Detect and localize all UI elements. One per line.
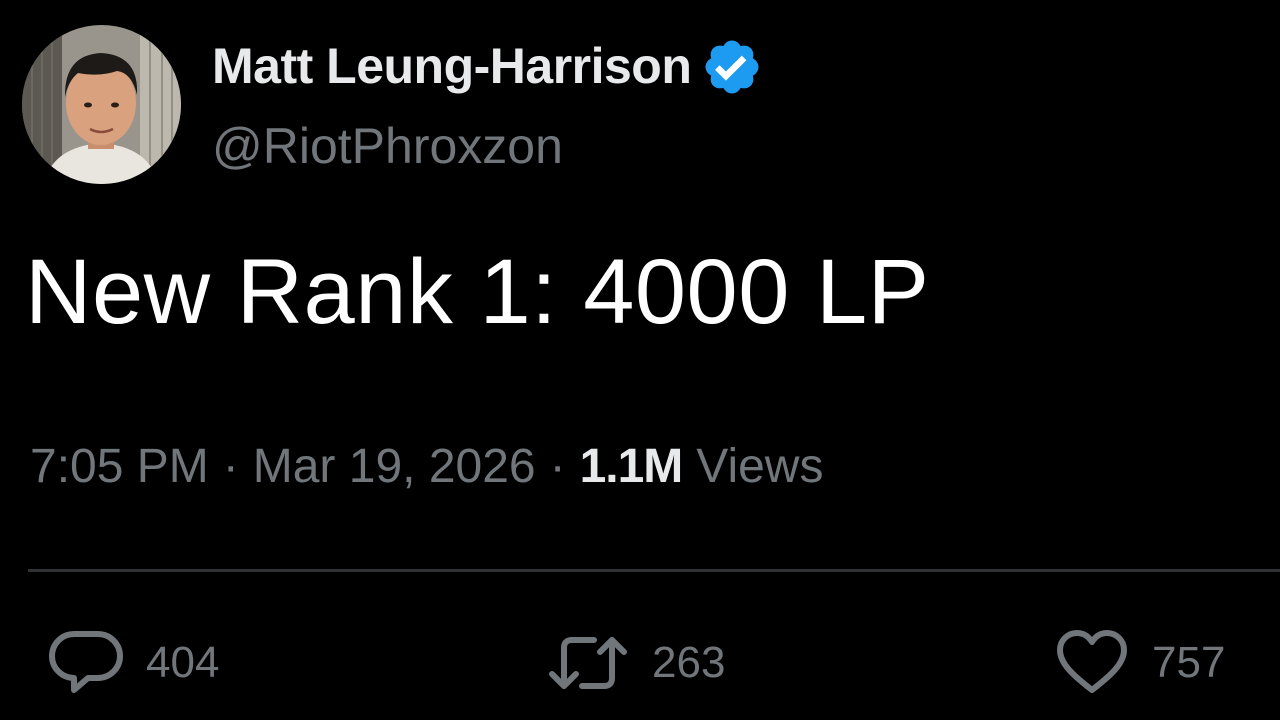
- verified-badge-icon[interactable]: [701, 36, 763, 98]
- views-count[interactable]: 1.1M: [580, 439, 684, 494]
- like-button[interactable]: 757: [1054, 628, 1225, 698]
- author-handle[interactable]: @RiotPhroxzon: [212, 117, 563, 175]
- reply-count: 404: [146, 638, 220, 687]
- tweet-card: Matt Leung-Harrison @RiotPhroxzon New Ra…: [0, 0, 1280, 720]
- reply-icon: [48, 628, 124, 698]
- heart-icon: [1054, 628, 1130, 698]
- author-name-row: Matt Leung-Harrison: [212, 34, 763, 98]
- divider: [28, 569, 1280, 572]
- meta-separator: ·: [549, 440, 566, 493]
- retweet-count: 263: [652, 638, 726, 687]
- views-label[interactable]: Views: [696, 439, 823, 494]
- profile-photo-icon: [22, 25, 181, 184]
- display-name[interactable]: Matt Leung-Harrison: [212, 37, 692, 95]
- reply-button[interactable]: 404: [48, 628, 219, 698]
- tweet-meta: 7:05 PM · Mar 19, 2026 · 1.1M Views: [30, 439, 823, 494]
- meta-separator: ·: [222, 440, 239, 493]
- avatar[interactable]: [22, 25, 181, 184]
- retweet-button[interactable]: 263: [546, 628, 725, 698]
- tweet-date[interactable]: Mar 19, 2026: [253, 439, 536, 494]
- like-count: 757: [1152, 638, 1226, 687]
- tweet-text: New Rank 1: 4000 LP: [25, 241, 930, 343]
- retweet-icon: [546, 628, 630, 698]
- tweet-time[interactable]: 7:05 PM: [30, 439, 209, 494]
